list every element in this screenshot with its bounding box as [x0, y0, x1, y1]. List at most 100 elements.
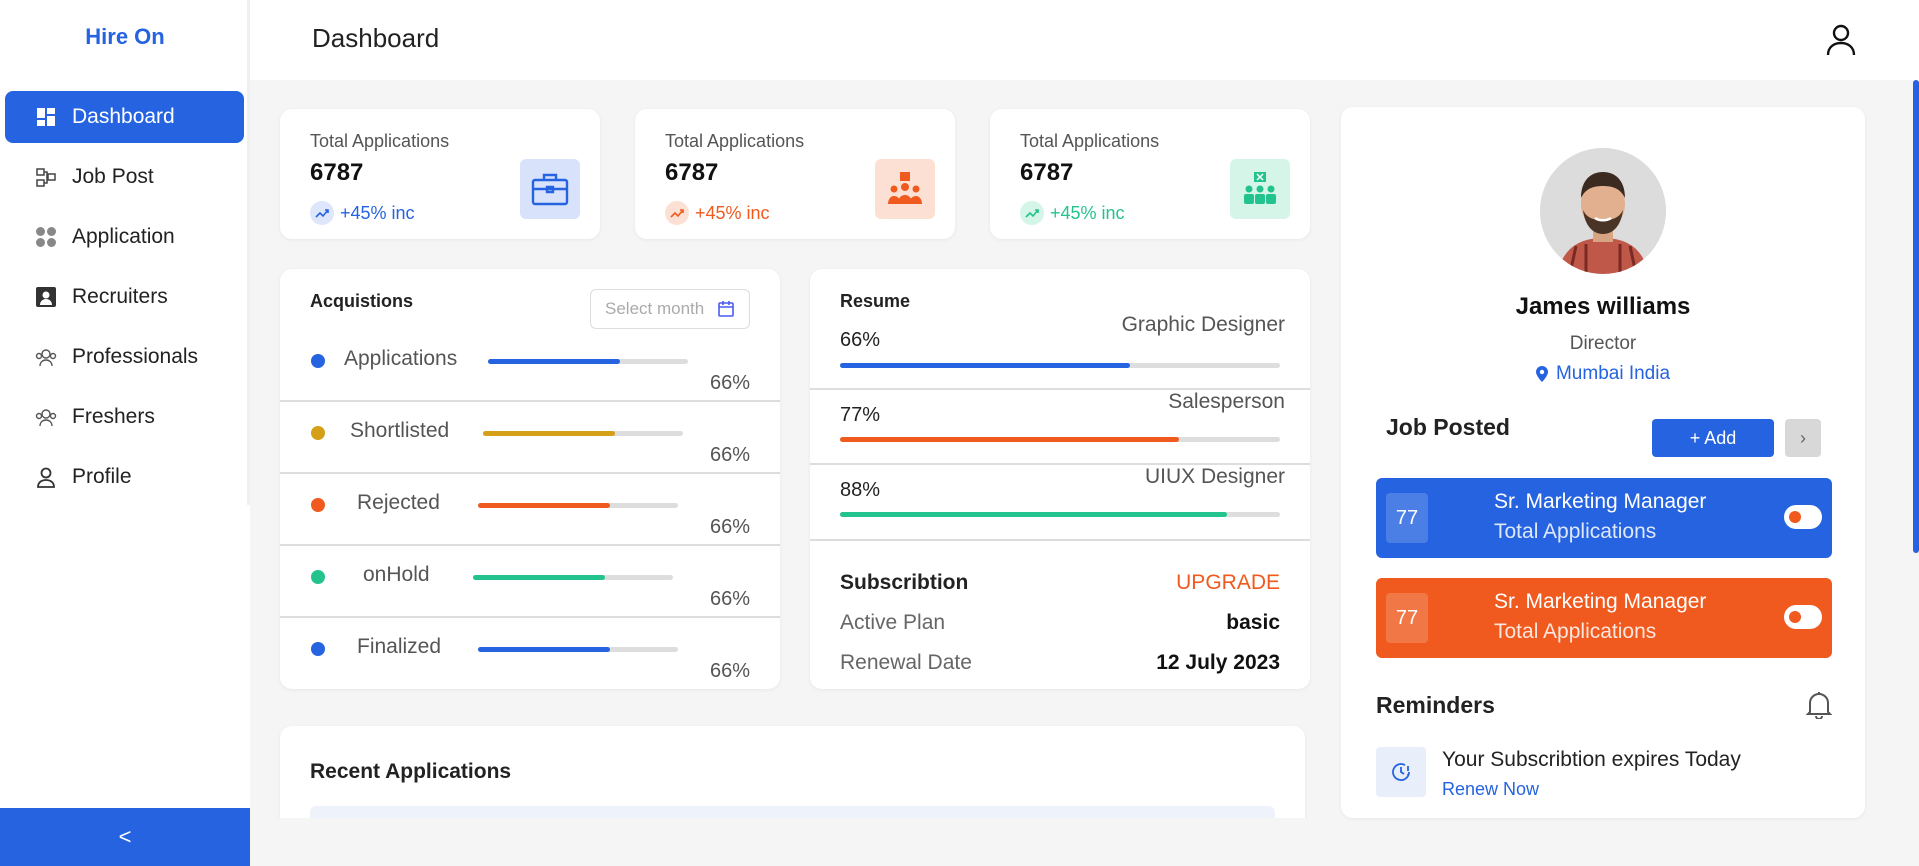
bell-icon[interactable] — [1805, 691, 1833, 724]
stat-card: Total Applications 6787 +45% inc — [990, 109, 1310, 239]
upgrade-link[interactable]: UPGRADE — [1176, 571, 1280, 595]
stat-value: 6787 — [310, 159, 364, 186]
resume-role: UIUX Designer — [1144, 465, 1285, 488]
sidebar-item-professionals[interactable]: Professionals — [5, 331, 244, 383]
job-status-toggle[interactable] — [1784, 605, 1822, 629]
status-dot — [311, 426, 325, 440]
resume-role: Graphic Designer — [1121, 313, 1285, 336]
progress-fill — [488, 359, 620, 364]
acquisitions-card: Acquistions Select month Applications 66… — [280, 269, 780, 689]
sidebar-item-application[interactable]: Application — [5, 211, 244, 263]
acquisition-row: Finalized 66% — [280, 618, 780, 689]
user-icon[interactable] — [1826, 24, 1856, 56]
month-select[interactable]: Select month — [590, 289, 750, 329]
progress-track — [840, 512, 1280, 517]
stat-trend: +45% inc — [1020, 201, 1125, 225]
sidebar-item-label: Recruiters — [72, 285, 168, 308]
acquisition-percent: 66% — [709, 444, 750, 466]
brand-logo[interactable]: Hire On — [0, 24, 250, 50]
sidebar-item-job-post[interactable]: Job Post — [5, 151, 244, 203]
resume-row: UIUX Designer 88% — [810, 465, 1310, 541]
reminders-title: Reminders — [1376, 692, 1495, 718]
trend-up-icon — [1020, 201, 1044, 225]
progress-track — [488, 359, 688, 364]
sidebar: Hire On Dashboard Job Post Application R… — [0, 0, 250, 866]
stat-card: Total Applications 6787 +45% inc — [280, 109, 600, 239]
active-plan-label: Active Plan — [840, 611, 946, 634]
scrollbar[interactable] — [1913, 80, 1919, 553]
job-post-icon — [34, 165, 58, 189]
stat-trend-text: +45% inc — [695, 202, 770, 223]
acquisition-name: Finalized — [357, 635, 442, 658]
job-title: Sr. Marketing Manager — [1494, 590, 1707, 613]
job-status-toggle[interactable] — [1784, 505, 1822, 529]
profile-location: Mumbai India — [1341, 363, 1865, 385]
renewal-date-value: 12 July 2023 — [1156, 651, 1280, 674]
renew-now-link[interactable]: Renew Now — [1442, 779, 1539, 800]
stat-trend: +45% inc — [310, 201, 415, 225]
resume-percent: 88% — [840, 479, 881, 501]
acquisition-name: Shortlisted — [350, 419, 450, 442]
job-posted-title: Job Posted — [1386, 414, 1510, 440]
resume-percent: 77% — [840, 404, 881, 426]
sidebar-item-label: Profile — [72, 465, 132, 488]
acquisition-row: Applications 66% — [280, 330, 780, 402]
progress-fill — [478, 647, 610, 652]
location-pin-icon — [1535, 366, 1548, 382]
job-subtitle: Total Applications — [1494, 520, 1657, 543]
sidebar-collapse-button[interactable]: < — [0, 808, 250, 866]
progress-track — [478, 503, 678, 508]
sidebar-nav: Dashboard Job Post Application Recruiter… — [5, 91, 244, 511]
recent-applications-title: Recent Applications — [310, 760, 512, 783]
acquisition-name: Rejected — [357, 491, 440, 514]
sidebar-item-profile[interactable]: Profile — [5, 451, 244, 503]
avatar[interactable] — [1540, 148, 1666, 274]
sidebar-item-recruiters[interactable]: Recruiters — [5, 271, 244, 323]
profile-icon — [34, 465, 58, 489]
acquisition-name: onHold — [363, 563, 430, 586]
progress-fill — [478, 503, 610, 508]
acquisition-percent: 66% — [709, 516, 750, 538]
resume-card: Resume Graphic Designer 66% Salesperson … — [810, 269, 1310, 689]
team-icon — [875, 159, 935, 219]
chevron-right-icon: › — [1800, 427, 1806, 448]
sidebar-item-dashboard[interactable]: Dashboard — [5, 91, 244, 143]
recruiters-icon — [34, 285, 58, 309]
status-dot — [311, 642, 325, 656]
resume-row: Graphic Designer 66% — [810, 269, 1310, 390]
progress-track — [840, 363, 1280, 368]
subscription-title: Subscribtion — [840, 571, 969, 594]
professionals-icon — [34, 345, 58, 369]
stat-label: Total Applications — [310, 131, 450, 151]
progress-fill — [840, 512, 1228, 517]
resume-role: Salesperson — [1168, 390, 1285, 413]
progress-track — [840, 437, 1280, 442]
dashboard-icon — [34, 105, 58, 129]
job-title: Sr. Marketing Manager — [1494, 490, 1707, 513]
stat-trend: +45% inc — [665, 201, 770, 225]
acquisition-percent: 66% — [709, 588, 750, 610]
job-subtitle: Total Applications — [1494, 620, 1657, 643]
job-card[interactable]: 77 Sr. Marketing Manager Total Applicati… — [1376, 578, 1832, 658]
next-button[interactable]: › — [1785, 419, 1821, 457]
acquisition-name: Applications — [344, 347, 458, 370]
resume-percent: 66% — [840, 329, 881, 351]
acquisitions-title: Acquistions — [310, 291, 414, 311]
progress-fill — [840, 437, 1179, 442]
page-title: Dashboard — [312, 23, 440, 53]
stat-value: 6787 — [1020, 159, 1074, 186]
acquisition-row: Shortlisted 66% — [280, 402, 780, 474]
sidebar-item-label: Professionals — [72, 345, 199, 368]
briefcase-icon — [520, 159, 580, 219]
acquisition-percent: 66% — [709, 372, 750, 394]
sidebar-item-freshers[interactable]: Freshers — [5, 391, 244, 443]
progress-fill — [840, 363, 1131, 368]
application-icon — [34, 225, 58, 249]
job-card[interactable]: 77 Sr. Marketing Manager Total Applicati… — [1376, 478, 1832, 558]
progress-track — [473, 575, 673, 580]
reminder-text: Your Subscribtion expires Today — [1442, 748, 1741, 771]
profile-role: Director — [1569, 333, 1637, 354]
stat-trend-text: +45% inc — [1050, 202, 1125, 223]
sidebar-item-label: Job Post — [72, 165, 154, 188]
add-job-button[interactable]: + Add — [1652, 419, 1774, 457]
